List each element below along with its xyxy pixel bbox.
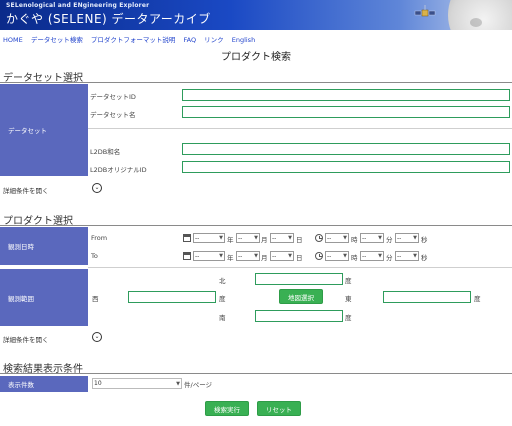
clock-icon[interactable] (315, 234, 323, 242)
north-label: 北 (219, 277, 226, 285)
time-to-label: To (91, 252, 98, 260)
east-label: 東 (345, 295, 352, 303)
dataset-name-label: データセット名 (90, 111, 136, 119)
dataset-name-input[interactable] (182, 106, 510, 118)
from-day-select[interactable]: -- ▼ (270, 233, 294, 243)
to-second-select[interactable]: -- ▼ (395, 251, 419, 261)
product-advanced-toggle-label[interactable]: 詳細条件を開く (3, 334, 49, 344)
satellite-icon (414, 5, 436, 17)
results-per-page-label: 表示件数 (0, 376, 88, 392)
year-unit: 年 (227, 236, 234, 244)
banner-title[interactable]: かぐや (SELENE) データアーカイブ (6, 10, 211, 27)
west-label: 西 (92, 295, 99, 303)
year-unit: 年 (227, 254, 234, 262)
from-month-select[interactable]: -- ▼ (236, 233, 260, 243)
calendar-icon[interactable] (183, 252, 191, 260)
l2db-original-id-input[interactable] (182, 161, 510, 173)
dataset-id-input[interactable] (182, 89, 510, 101)
day-unit: 日 (296, 236, 303, 244)
dataset-id-label: データセットID (90, 93, 136, 101)
hour-unit: 時 (351, 236, 358, 244)
divider (0, 82, 512, 83)
nav-english-link[interactable]: English (232, 36, 255, 44)
row-divider (88, 267, 512, 268)
search-button[interactable]: 検索実行 (205, 401, 249, 416)
reset-button[interactable]: リセット (257, 401, 301, 416)
degree-unit: 度 (474, 295, 481, 303)
north-input[interactable] (255, 273, 343, 285)
l2db-japanese-name-label: L2DB和名 (90, 148, 121, 156)
calendar-icon[interactable] (183, 234, 191, 242)
nav-product-format-link[interactable]: プロダクトフォーマット説明 (91, 36, 176, 44)
degree-unit: 度 (345, 314, 352, 322)
degree-unit: 度 (345, 277, 352, 285)
dataset-advanced-toggle-label[interactable]: 詳細条件を開く (3, 185, 49, 195)
clock-icon[interactable] (315, 252, 323, 260)
second-unit: 秒 (421, 254, 428, 262)
banner-subtitle: SELenological and ENgineering Explorer (6, 2, 150, 9)
observation-time-label: 観測日時 (0, 227, 88, 265)
minute-unit: 分 (386, 236, 393, 244)
divider (0, 225, 512, 226)
nav-dataset-search-link[interactable]: データセット検索 (31, 36, 83, 44)
nav-links-link[interactable]: リンク (204, 36, 224, 44)
month-unit: 月 (261, 254, 268, 262)
from-hour-select[interactable]: -- ▼ (325, 233, 349, 243)
results-per-page-select[interactable]: 10 ▼ (92, 378, 182, 389)
minute-unit: 分 (386, 254, 393, 262)
chevron-down-icon[interactable]: ⌄ (92, 332, 102, 342)
from-year-select[interactable]: -- ▼ (193, 233, 225, 243)
to-hour-select[interactable]: -- ▼ (325, 251, 349, 261)
west-input[interactable] (128, 291, 216, 303)
page-title: プロダクト検索 (221, 52, 291, 63)
from-minute-select[interactable]: -- ▼ (360, 233, 384, 243)
top-nav: HOME データセット検索 プロダクトフォーマット説明 FAQ リンク Engl… (3, 34, 261, 44)
map-select-button[interactable]: 地図選択 (279, 289, 323, 304)
nav-home-link[interactable]: HOME (3, 36, 23, 44)
to-minute-select[interactable]: -- ▼ (360, 251, 384, 261)
second-unit: 秒 (421, 236, 428, 244)
observation-range-label: 観測範囲 (0, 269, 88, 326)
from-second-select[interactable]: -- ▼ (395, 233, 419, 243)
divider (0, 373, 512, 374)
to-day-select[interactable]: -- ▼ (270, 251, 294, 261)
l2db-original-id-label: L2DBオリジナルID (90, 166, 147, 174)
hour-unit: 時 (351, 254, 358, 262)
per-page-unit: 件/ページ (184, 381, 213, 389)
row-divider (88, 128, 512, 129)
south-input[interactable] (255, 310, 343, 322)
chevron-down-icon[interactable]: ⌄ (92, 183, 102, 193)
degree-unit: 度 (219, 295, 226, 303)
south-label: 南 (219, 314, 226, 322)
day-unit: 日 (296, 254, 303, 262)
east-input[interactable] (383, 291, 471, 303)
to-month-select[interactable]: -- ▼ (236, 251, 260, 261)
nav-faq-link[interactable]: FAQ (183, 36, 196, 44)
site-banner: SELenological and ENgineering Explorer か… (0, 0, 512, 30)
time-from-label: From (91, 234, 108, 242)
dataset-label: データセット (0, 84, 88, 176)
to-year-select[interactable]: -- ▼ (193, 251, 225, 261)
month-unit: 月 (261, 236, 268, 244)
l2db-japanese-name-input[interactable] (182, 143, 510, 155)
moon-image (448, 0, 512, 30)
